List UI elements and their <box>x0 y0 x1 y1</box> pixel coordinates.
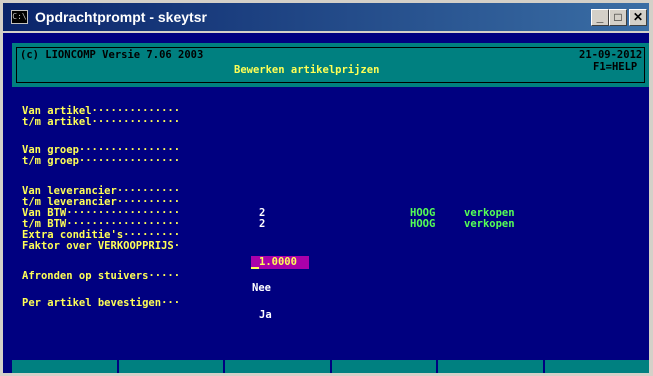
help-hint: F1=HELP <box>593 61 638 73</box>
title-bar[interactable]: C:\ Opdrachtprompt - skeytsr _ □ ✕ <box>3 3 649 31</box>
function-key-slot[interactable] <box>12 360 119 373</box>
program-header: (c) LIONCOMP Versie 7.06 2003 Bewerken a… <box>12 43 649 87</box>
close-icon: ✕ <box>632 10 644 24</box>
faktor-input[interactable]: 1.0000 <box>251 256 309 269</box>
function-key-slot[interactable] <box>544 360 649 373</box>
tm-btw-type: verkopen <box>464 218 515 230</box>
function-key-slot[interactable] <box>331 360 438 373</box>
function-key-slot[interactable] <box>438 360 545 373</box>
screen-subtitle: Bewerken artikelprijzen <box>234 64 380 76</box>
label-tm-groep: t/m groep················ <box>22 155 181 167</box>
maximize-icon: □ <box>614 10 622 24</box>
text-cursor <box>251 267 259 269</box>
console-area[interactable]: (c) LIONCOMP Versie 7.06 2003 Bewerken a… <box>3 33 649 373</box>
date-text: 21-09-2012 <box>579 49 643 61</box>
close-button[interactable]: ✕ <box>629 9 647 26</box>
afronden-value[interactable]: Nee <box>252 282 271 294</box>
function-key-bar <box>12 360 649 373</box>
tm-btw-name: HOOG <box>410 218 436 230</box>
label-afronden: Afronden op stuivers····· <box>22 270 181 282</box>
function-key-slot[interactable] <box>225 360 332 373</box>
window-title: Opdrachtprompt - skeytsr <box>35 9 207 25</box>
tm-btw-code: 2 <box>259 218 266 230</box>
label-faktor: Faktor over VERKOOPPRIJS· <box>22 240 181 252</box>
console-window: C:\ Opdrachtprompt - skeytsr _ □ ✕ (c) L… <box>0 0 653 376</box>
function-key-slot[interactable] <box>118 360 225 373</box>
copyright-text: (c) LIONCOMP Versie 7.06 2003 <box>20 49 204 61</box>
minimize-icon: _ <box>596 10 604 24</box>
label-tm-artikel: t/m artikel·············· <box>22 116 181 128</box>
minimize-button[interactable]: _ <box>591 9 609 26</box>
maximize-button[interactable]: □ <box>609 9 627 26</box>
per-artikel-value[interactable]: Ja <box>259 309 272 321</box>
label-per-artikel: Per artikel bevestigen··· <box>22 297 181 309</box>
console-icon[interactable]: C:\ <box>11 10 28 24</box>
faktor-value: 1.0000 <box>259 256 297 268</box>
